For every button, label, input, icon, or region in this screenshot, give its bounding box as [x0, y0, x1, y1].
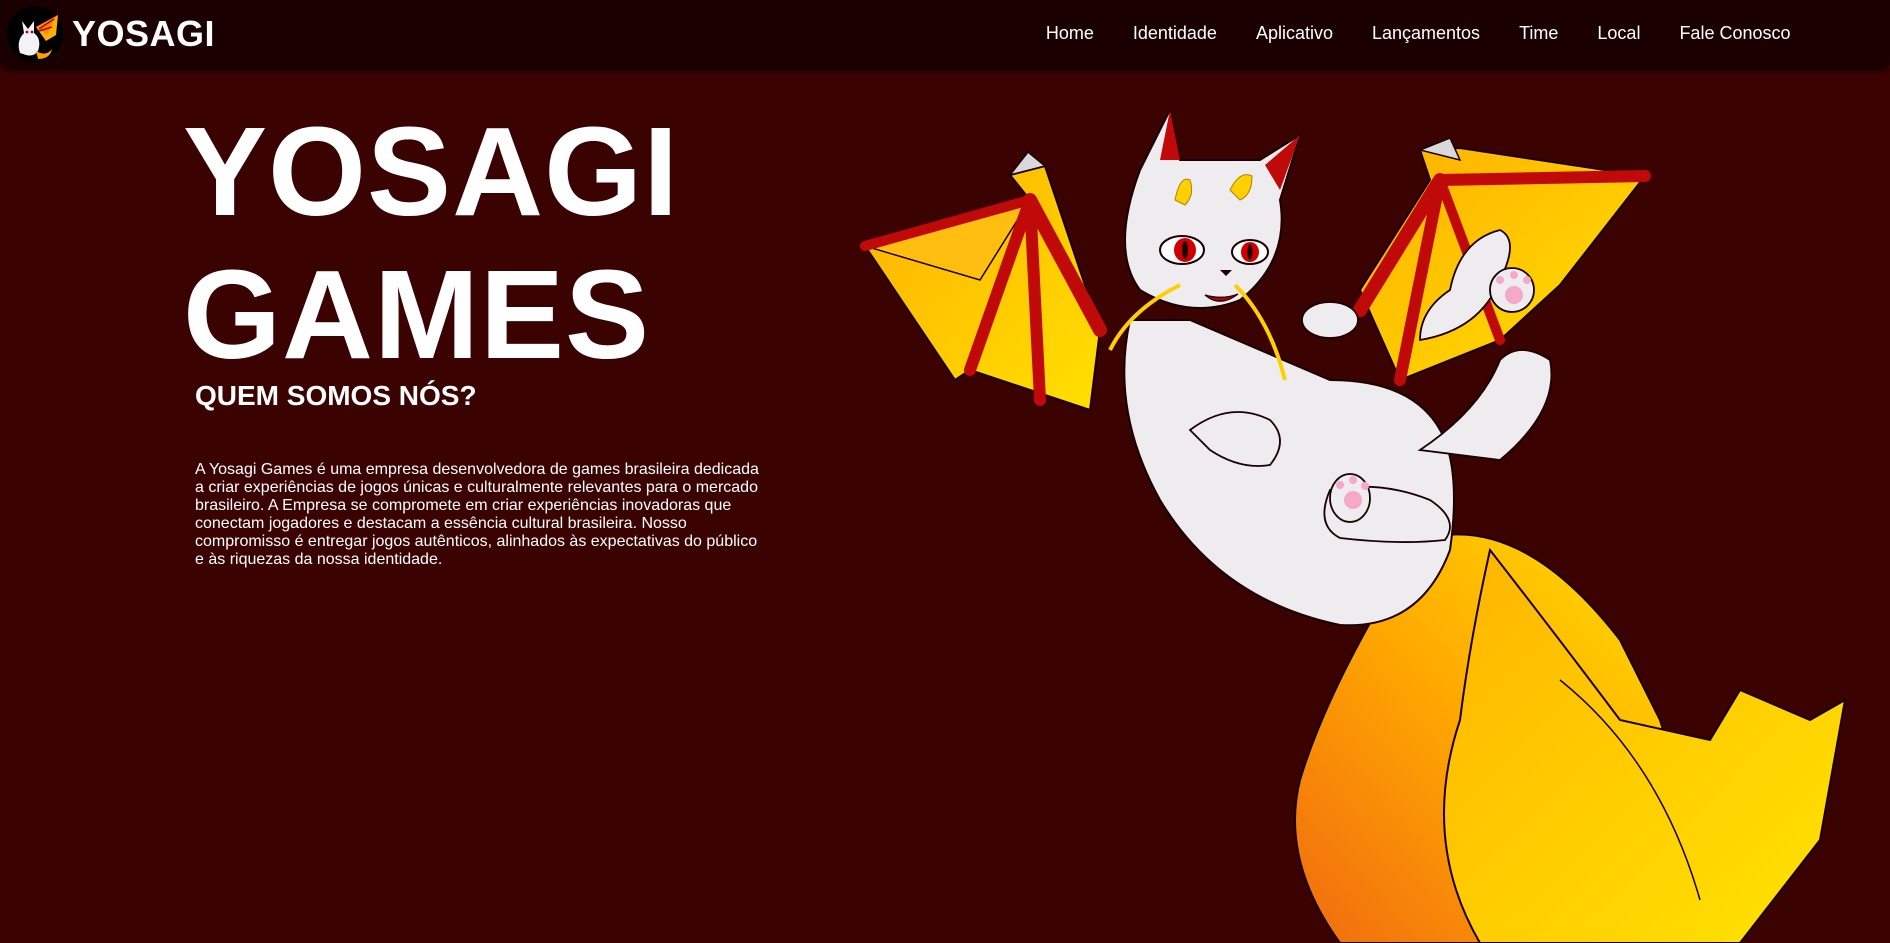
hero-title: YOSAGI GAMES — [183, 100, 679, 386]
nav-item-home[interactable]: Home — [1026, 23, 1113, 44]
nav-item-identidade[interactable]: Identidade — [1113, 23, 1236, 44]
hero-title-line1: YOSAGI — [183, 101, 680, 242]
nav-item-lancamentos[interactable]: Lançamentos — [1352, 23, 1499, 44]
left-wing — [860, 150, 1107, 412]
about-paragraph: A Yosagi Games é uma empresa desenvolved… — [195, 461, 759, 568]
nav-item-aplicativo[interactable]: Aplicativo — [1236, 23, 1352, 44]
brand-name: YOSAGI — [72, 13, 216, 54]
nav-item-local[interactable]: Local — [1578, 23, 1660, 44]
navbar: YOSAGI Home Identidade Aplicativo Lançam… — [0, 0, 1890, 70]
page: YOSAGI Home Identidade Aplicativo Lançam… — [0, 0, 1890, 943]
dragon-cat-logo-icon — [7, 6, 63, 62]
main-nav: Home Identidade Aplicativo Lançamentos T… — [1026, 0, 1810, 66]
winged-cat-mascot-illustration — [860, 106, 1847, 943]
nav-item-time[interactable]: Time — [1500, 23, 1578, 44]
about-heading: QUEM SOMOS NÓS? — [195, 380, 477, 411]
brand-home-link[interactable]: YOSAGI — [6, 6, 215, 62]
hero-title-line2: GAMES — [183, 244, 651, 385]
nav-item-fale-conosco[interactable]: Fale Conosco — [1660, 23, 1810, 44]
